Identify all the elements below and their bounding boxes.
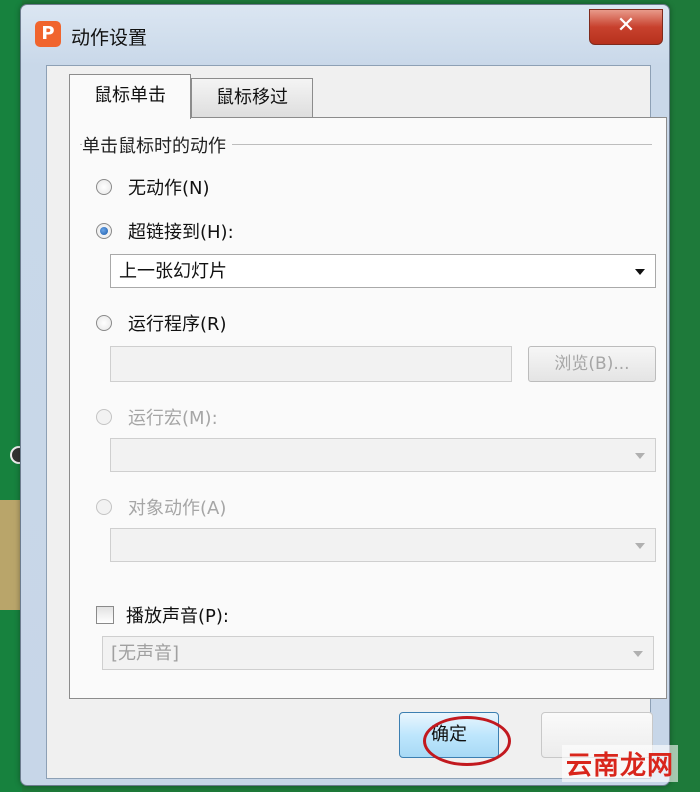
dropdown-arrow-icon[interactable] [635, 269, 645, 275]
sound-select: [无声音] [102, 636, 654, 670]
radio-button[interactable] [96, 315, 112, 331]
action-settings-dialog: P 动作设置 ✕ 鼠标单击 鼠标移过 单击鼠标时的动作 无动作(N) 超链接到(… [20, 4, 670, 786]
close-icon: ✕ [616, 13, 636, 38]
play-sound-checkbox[interactable] [96, 606, 114, 624]
radio-run-program[interactable]: 运行程序(R) [96, 310, 227, 336]
radio-label: 无动作(N) [128, 178, 210, 199]
hyperlink-target-select[interactable]: 上一张幻灯片 [110, 254, 656, 288]
radio-run-macro: 运行宏(M): [96, 404, 218, 430]
radio-button[interactable] [96, 179, 112, 195]
checkbox-label: 播放声音(P): [126, 606, 229, 627]
dropdown-arrow-icon [635, 453, 645, 459]
radio-label: 运行程序(R) [128, 314, 227, 335]
radio-hyperlink[interactable]: 超链接到(H): [96, 218, 234, 244]
background-decoration [0, 500, 22, 610]
program-path-field [110, 346, 512, 382]
close-button[interactable]: ✕ [589, 9, 663, 45]
tab-mouse-click[interactable]: 鼠标单击 [69, 74, 191, 119]
radio-label: 对象动作(A) [128, 498, 227, 519]
wps-presentation-icon: P [35, 21, 61, 47]
dialog-client-area: 鼠标单击 鼠标移过 单击鼠标时的动作 无动作(N) 超链接到(H): 上一张幻灯… [46, 65, 667, 779]
dialog-title: 动作设置 [71, 27, 148, 49]
radio-label: 超链接到(H): [128, 222, 234, 243]
radio-button-disabled [96, 499, 112, 515]
dropdown-arrow-icon [635, 543, 645, 549]
background-left-strip [0, 0, 22, 792]
highlight-circle [423, 716, 511, 766]
select-value: 上一张幻灯片 [119, 261, 227, 282]
macro-select [110, 438, 656, 472]
select-value: [无声音] [111, 643, 180, 664]
radio-button-selected[interactable] [96, 223, 112, 239]
object-action-select [110, 528, 656, 562]
radio-no-action[interactable]: 无动作(N) [96, 174, 210, 200]
title-bar[interactable]: P 动作设置 ✕ [21, 5, 669, 55]
tab-panel: 单击鼠标时的动作 无动作(N) 超链接到(H): 上一张幻灯片 运行程序(R) … [69, 117, 667, 699]
radio-object-action: 对象动作(A) [96, 494, 226, 520]
radio-button-disabled [96, 409, 112, 425]
group-title: 单击鼠标时的动作 [82, 132, 232, 158]
play-sound-checkbox-row[interactable]: 播放声音(P): [96, 602, 229, 628]
radio-label: 运行宏(M): [128, 408, 218, 429]
watermark: 云南龙网 [562, 745, 679, 782]
tab-mouse-over[interactable]: 鼠标移过 [191, 78, 313, 117]
browse-button: 浏览(B)... [528, 346, 656, 382]
dropdown-arrow-icon [633, 651, 643, 657]
